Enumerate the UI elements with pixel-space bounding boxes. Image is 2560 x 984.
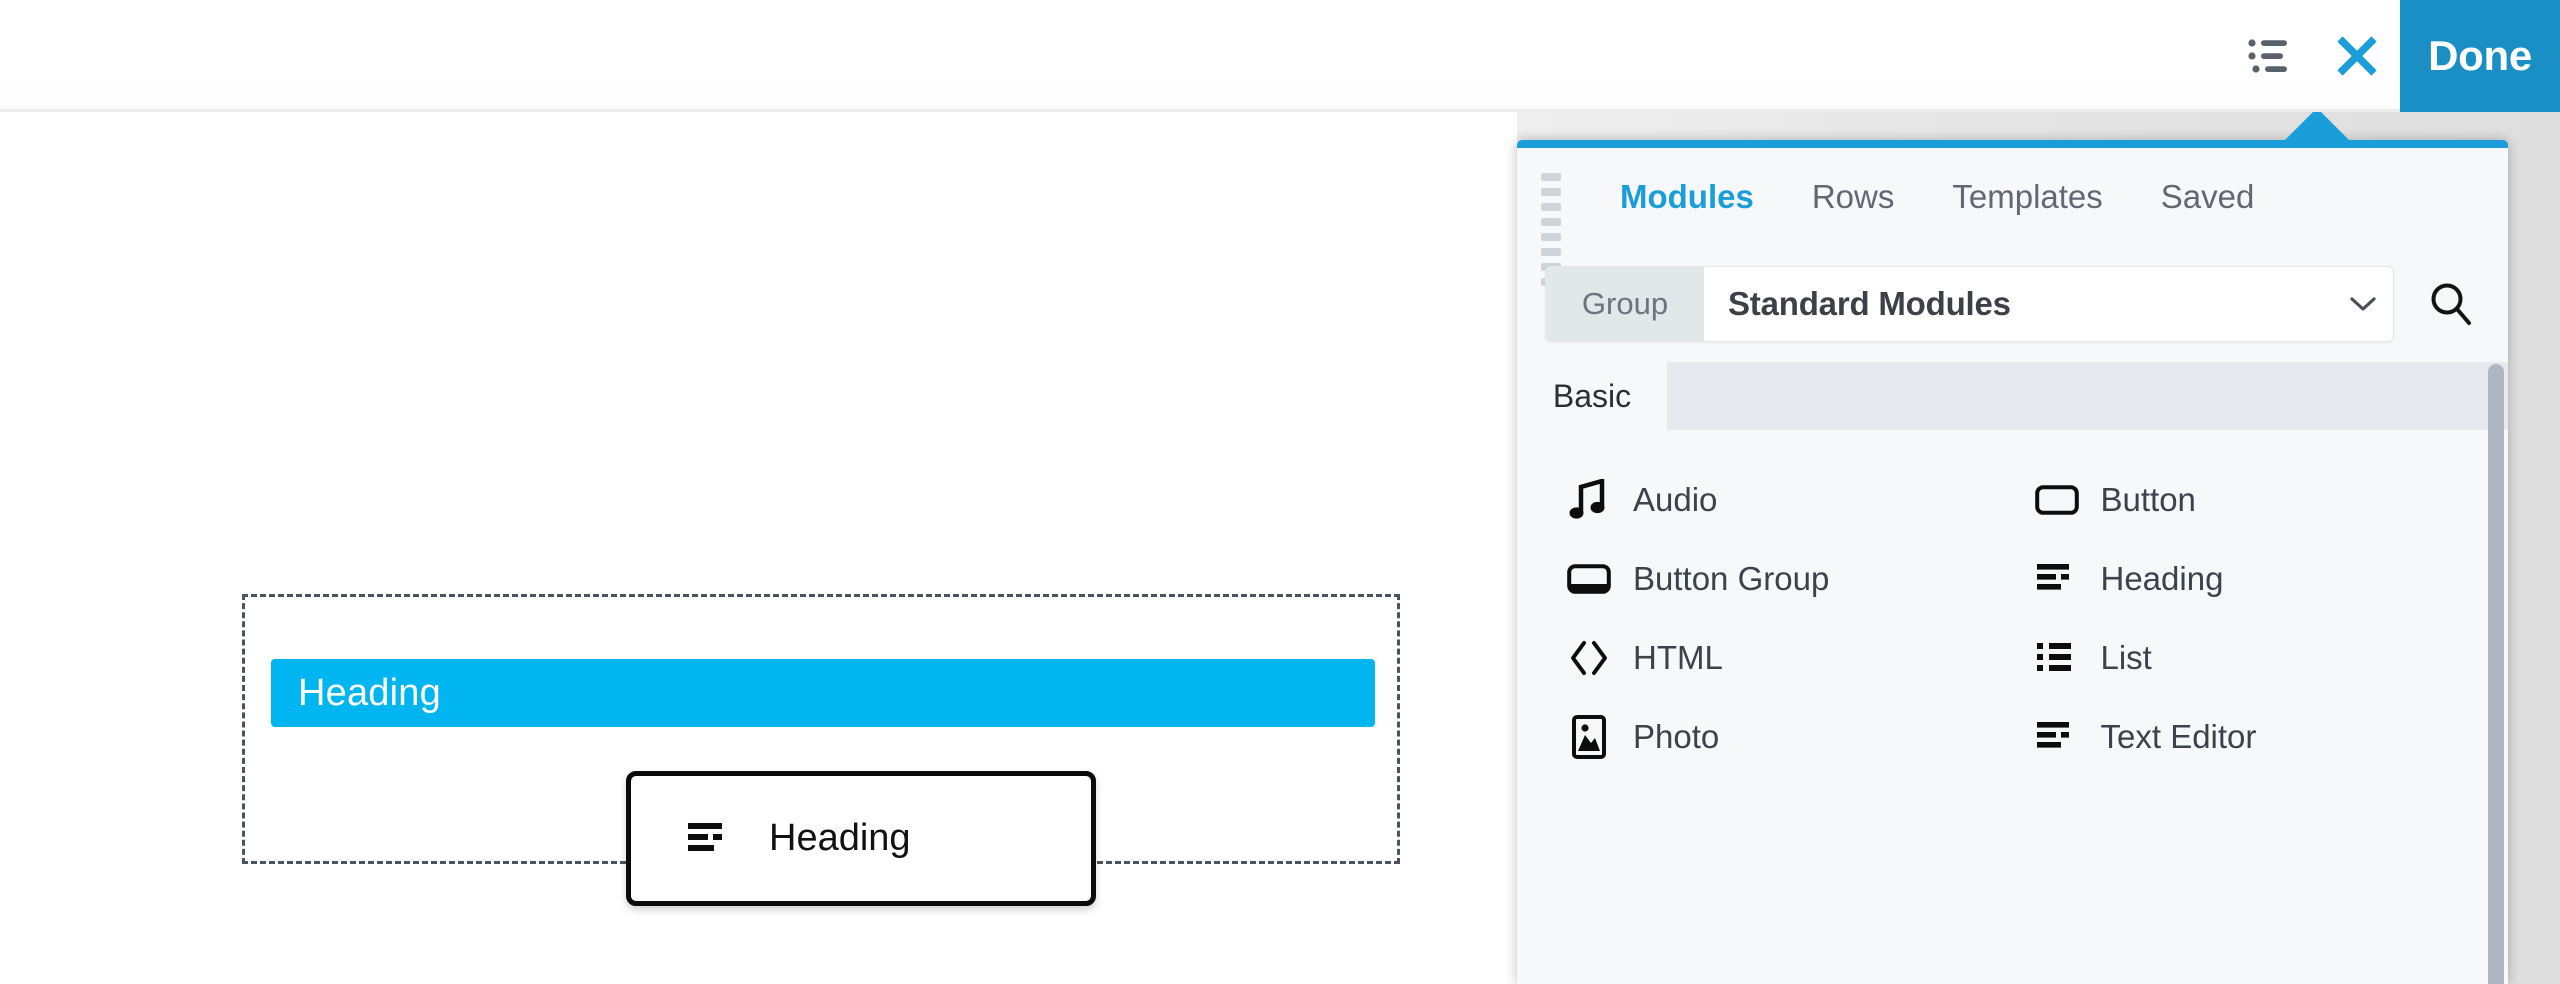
module-grid: Audio Button Button Group (1517, 430, 2508, 984)
photo-icon-glyph (1572, 715, 1606, 759)
module-item-list[interactable]: List (2013, 618, 2481, 697)
page-builder-screen: Done Heading Heading (0, 0, 2560, 984)
category-tab-strip: Basic (1517, 362, 2508, 430)
panel-tab-bar: Modules Rows Templates Saved (1517, 148, 2508, 246)
module-item-photo[interactable]: Photo (1545, 697, 2013, 776)
admin-bar-actions: Done (2228, 0, 2560, 112)
category-tab-basic[interactable]: Basic (1517, 362, 1667, 430)
button-icon (2035, 478, 2079, 522)
module-label-text-editor: Text Editor (2101, 718, 2257, 756)
module-label-button: Button (2101, 481, 2196, 519)
search-button[interactable] (2412, 266, 2490, 342)
module-item-button[interactable]: Button (2013, 460, 2481, 539)
module-label-photo: Photo (1633, 718, 1719, 756)
tab-rows[interactable]: Rows (1783, 178, 1924, 216)
module-label-list: List (2101, 639, 2152, 677)
list-icon-glyph (2037, 641, 2077, 675)
button-group-icon (1567, 557, 1611, 601)
module-item-audio[interactable]: Audio (1545, 460, 2013, 539)
tab-modules[interactable]: Modules (1591, 178, 1783, 216)
panel-scrollbar-thumb[interactable] (2488, 364, 2504, 984)
module-item-heading[interactable]: Heading (2013, 539, 2481, 618)
panel-scrollbar[interactable] (2488, 364, 2504, 984)
tab-templates[interactable]: Templates (1923, 178, 2131, 216)
audio-note-icon (1567, 478, 1611, 522)
code-brackets-icon-glyph (1568, 639, 1610, 677)
heading-icon (2035, 557, 2079, 601)
panel-caret-arrow (2283, 108, 2351, 142)
chevron-down-icon-glyph (2348, 294, 2378, 314)
module-item-html[interactable]: HTML (1545, 618, 2013, 697)
close-panel-button[interactable] (2314, 0, 2400, 112)
modules-panel: Modules Rows Templates Saved Group Stand… (1517, 140, 2508, 984)
module-item-button-group[interactable]: Button Group (1545, 539, 2013, 618)
text-editor-icon (2035, 715, 2079, 759)
module-label-button-group: Button Group (1633, 560, 1829, 598)
list-view-button[interactable] (2228, 0, 2314, 112)
group-select[interactable]: Group Standard Modules (1545, 266, 2394, 342)
chevron-down-icon[interactable] (2333, 294, 2393, 314)
list-view-icon (2248, 36, 2294, 76)
search-icon (2426, 279, 2476, 329)
tab-saved[interactable]: Saved (2132, 178, 2284, 216)
heading-icon-glyph (688, 821, 730, 857)
module-label-html: HTML (1633, 639, 1723, 677)
module-label-heading: Heading (2101, 560, 2224, 598)
close-icon (2333, 32, 2381, 80)
text-editor-icon-glyph (2037, 720, 2077, 754)
audio-note-icon-glyph (1569, 479, 1609, 521)
list-icon (2035, 636, 2079, 680)
admin-bar: Done (0, 0, 2560, 112)
panel-filter-row: Group Standard Modules (1517, 246, 2508, 362)
drag-preview-card: Heading (626, 771, 1096, 906)
code-brackets-icon (1567, 636, 1611, 680)
group-selected-value: Standard Modules (1704, 285, 2333, 323)
module-label-audio: Audio (1633, 481, 1717, 519)
button-group-icon-glyph (1567, 564, 1611, 594)
button-icon-glyph (2035, 485, 2079, 515)
heading-module-placeholder[interactable]: Heading (271, 659, 1375, 727)
module-item-text-editor[interactable]: Text Editor (2013, 697, 2481, 776)
heading-icon (687, 817, 731, 861)
done-button[interactable]: Done (2400, 0, 2560, 112)
photo-icon (1567, 715, 1611, 759)
heading-module-text: Heading (271, 672, 441, 715)
group-label-pill[interactable]: Group (1546, 266, 1704, 342)
heading-icon-glyph (2037, 562, 2077, 596)
drag-preview-label: Heading (769, 817, 911, 860)
